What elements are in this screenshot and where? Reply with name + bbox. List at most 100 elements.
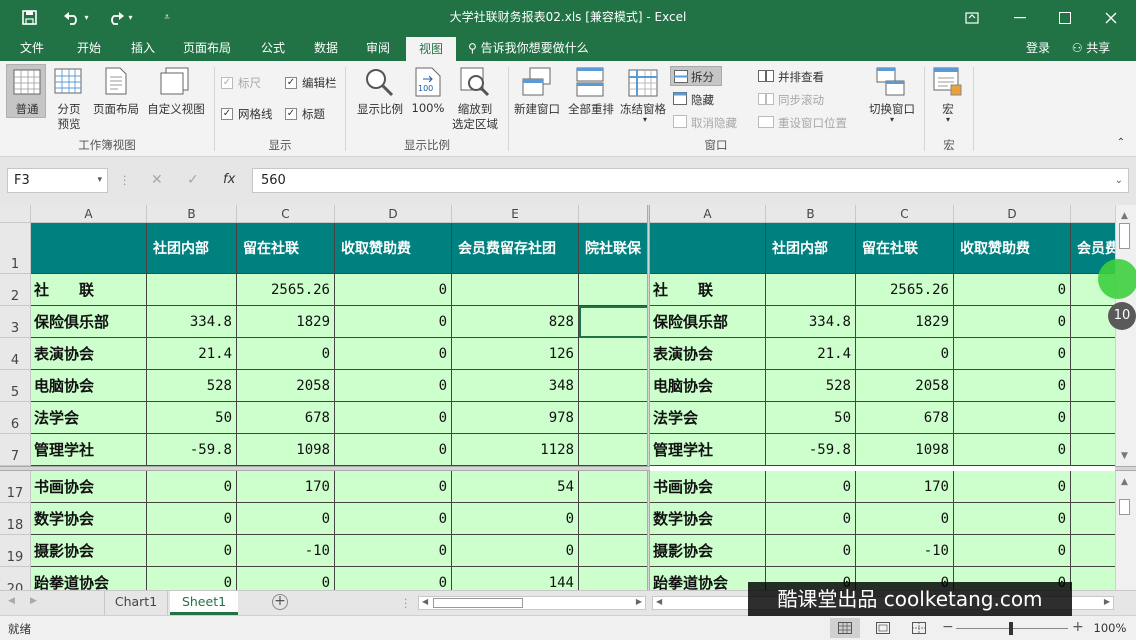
- cancel-entry-icon[interactable]: ✕: [151, 172, 163, 188]
- minimize-icon[interactable]: [997, 0, 1043, 35]
- normal-view-status-button[interactable]: [830, 618, 860, 638]
- data-cell[interactable]: 0: [766, 471, 856, 503]
- headings-checkbox[interactable]: ✓: [285, 108, 297, 120]
- row-label-cell[interactable]: 管理学社: [31, 434, 147, 466]
- data-cell[interactable]: 170: [237, 471, 335, 503]
- data-cell[interactable]: 0: [954, 306, 1071, 338]
- data-cell[interactable]: [579, 567, 647, 590]
- reset-position-label[interactable]: 重设窗口位置: [778, 115, 847, 131]
- tab-view[interactable]: 视图: [406, 37, 456, 61]
- data-cell[interactable]: 348: [452, 370, 579, 402]
- header-cell[interactable]: [31, 223, 147, 274]
- formula-bar-checkbox[interactable]: ✓: [285, 77, 297, 89]
- row-label-cell[interactable]: 法学会: [650, 402, 766, 434]
- data-cell[interactable]: [579, 370, 647, 402]
- header-cell[interactable]: 院社联保: [579, 223, 647, 274]
- macros-icon[interactable]: [933, 67, 963, 97]
- row-header[interactable]: 18: [0, 503, 31, 535]
- column-header-partial[interactable]: [1071, 205, 1115, 223]
- data-cell[interactable]: 0: [954, 274, 1071, 306]
- data-cell[interactable]: [147, 274, 237, 306]
- login-link[interactable]: 登录: [1020, 35, 1056, 61]
- row-header[interactable]: 20: [0, 567, 31, 590]
- data-cell[interactable]: 144: [1071, 567, 1115, 590]
- undo-icon[interactable]: ▾: [60, 0, 92, 35]
- custom-views-icon[interactable]: [160, 67, 190, 95]
- data-cell[interactable]: 0: [147, 471, 237, 503]
- unhide-icon[interactable]: [673, 115, 687, 128]
- tab-file[interactable]: 文件: [10, 35, 54, 61]
- close-icon[interactable]: [1088, 0, 1134, 35]
- row-label-cell[interactable]: 书画协会: [31, 471, 147, 503]
- share-button[interactable]: ⚇ 共享: [1062, 35, 1120, 61]
- data-cell[interactable]: 0: [452, 535, 579, 567]
- zoom-selection-icon[interactable]: [460, 67, 490, 97]
- data-cell[interactable]: 1128: [452, 434, 579, 466]
- header-cell[interactable]: 留在社联: [856, 223, 954, 274]
- data-cell[interactable]: 0: [1071, 535, 1115, 567]
- new-window-label[interactable]: 新建窗口: [510, 101, 564, 117]
- header-cell[interactable]: [650, 223, 766, 274]
- data-cell[interactable]: -59.8: [147, 434, 237, 466]
- scroll-left-icon[interactable]: ◀: [422, 597, 428, 606]
- data-cell[interactable]: 0: [954, 338, 1071, 370]
- tab-insert[interactable]: 插入: [118, 35, 168, 61]
- row-header[interactable]: 7: [0, 434, 31, 466]
- row-header[interactable]: 2: [0, 274, 31, 306]
- data-cell[interactable]: [579, 306, 647, 338]
- data-cell[interactable]: 0: [335, 306, 452, 338]
- data-cell[interactable]: 0: [856, 503, 954, 535]
- tab-page-layout[interactable]: 页面布局: [173, 35, 241, 61]
- row-label-cell[interactable]: 管理学社: [650, 434, 766, 466]
- scroll-thumb[interactable]: [1119, 223, 1130, 249]
- data-cell[interactable]: 0: [335, 567, 452, 590]
- data-cell[interactable]: [579, 402, 647, 434]
- side-by-side-label[interactable]: 并排查看: [778, 69, 824, 85]
- column-header[interactable]: C: [237, 205, 335, 223]
- data-cell[interactable]: 0: [766, 535, 856, 567]
- row-label-cell[interactable]: 法学会: [31, 402, 147, 434]
- formula-input[interactable]: 560 ⌄: [252, 168, 1129, 193]
- tab-review[interactable]: 审阅: [354, 35, 402, 61]
- data-cell[interactable]: 0: [147, 503, 237, 535]
- data-cell[interactable]: 0: [335, 535, 452, 567]
- data-cell[interactable]: 334.8: [766, 306, 856, 338]
- zoom-in-icon[interactable]: +: [1072, 619, 1084, 635]
- data-cell[interactable]: 0: [237, 338, 335, 370]
- data-cell[interactable]: 0: [766, 503, 856, 535]
- data-cell[interactable]: -10: [237, 535, 335, 567]
- data-cell[interactable]: 0: [954, 503, 1071, 535]
- redo-icon[interactable]: ▾: [104, 0, 136, 35]
- page-layout-status-icon[interactable]: [876, 622, 890, 634]
- tell-me-box[interactable]: ⚲ 告诉我你想要做什么: [468, 35, 608, 61]
- insert-function-icon[interactable]: fx: [223, 172, 235, 187]
- data-cell[interactable]: [579, 503, 647, 535]
- row-header[interactable]: 6: [0, 402, 31, 434]
- expand-formula-icon[interactable]: ⌄: [1115, 169, 1123, 192]
- row-header[interactable]: 1: [0, 223, 31, 274]
- sync-scroll-icon[interactable]: [758, 93, 774, 105]
- data-cell[interactable]: 170: [856, 471, 954, 503]
- ribbon-display-icon[interactable]: [949, 0, 995, 35]
- h-scroll-thumb[interactable]: [433, 598, 523, 608]
- reset-position-icon[interactable]: [758, 116, 774, 128]
- data-cell[interactable]: 0: [237, 503, 335, 535]
- freeze-panes-icon[interactable]: [628, 69, 658, 97]
- data-cell[interactable]: 2565.26: [856, 274, 954, 306]
- data-cell[interactable]: 126: [1071, 338, 1115, 370]
- row-label-cell[interactable]: 保险俱乐部: [650, 306, 766, 338]
- select-all-corner[interactable]: [0, 205, 31, 223]
- row-label-cell[interactable]: 社 联: [650, 274, 766, 306]
- data-cell[interactable]: [579, 535, 647, 567]
- switch-windows-icon[interactable]: [876, 67, 906, 97]
- page-layout-icon[interactable]: [105, 67, 127, 95]
- zoom-out-icon[interactable]: −: [942, 619, 954, 635]
- row-header[interactable]: 5: [0, 370, 31, 402]
- tab-data[interactable]: 数据: [302, 35, 350, 61]
- data-cell[interactable]: 0: [335, 402, 452, 434]
- data-cell[interactable]: 0: [954, 370, 1071, 402]
- maximize-icon[interactable]: [1042, 0, 1088, 35]
- gridlines-checkbox[interactable]: ✓: [221, 108, 233, 120]
- data-cell[interactable]: 1829: [856, 306, 954, 338]
- freeze-dropdown-icon[interactable]: ▾: [640, 115, 650, 124]
